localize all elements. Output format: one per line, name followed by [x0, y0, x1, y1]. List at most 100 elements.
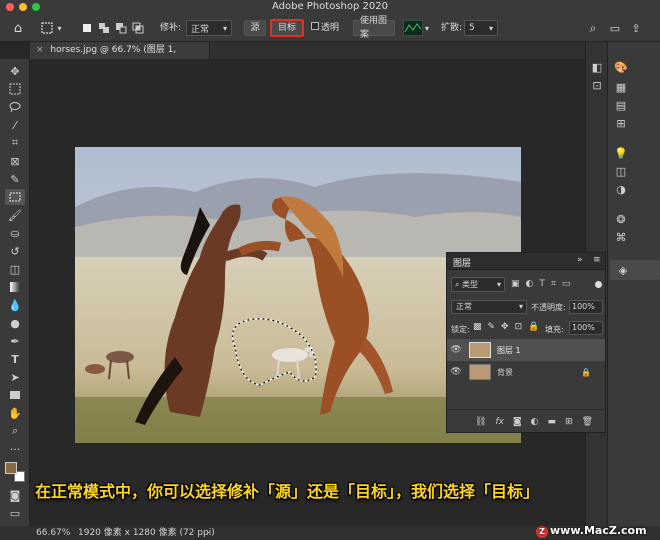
layer-filter-icons[interactable]: ▣◐T⌗▭ — [511, 279, 576, 289]
new-selection-icon[interactable] — [80, 21, 94, 35]
panel-menu-icon[interactable]: ≡ — [593, 255, 601, 265]
rectangle-tool-icon[interactable] — [5, 387, 25, 403]
dodge-tool-icon[interactable]: ● — [5, 315, 25, 331]
gradient-tool-icon[interactable] — [5, 279, 25, 295]
move-tool-icon[interactable]: ✥ — [5, 63, 25, 79]
fill-input[interactable]: 100% — [569, 321, 603, 335]
filter-kind-select[interactable]: ⌕ 类型 ▾ — [451, 277, 505, 292]
pattern-picker[interactable]: ▾ — [401, 19, 431, 37]
chevron-right-icon[interactable]: › — [206, 526, 210, 540]
lock-icons[interactable]: ▩✎✥⊡🔒 — [473, 322, 545, 332]
blur-tool-icon[interactable]: 💧 — [5, 297, 25, 313]
layers-footer: ⛓ fx ◙ ◐ ▬ ⊞ 🗑 — [447, 409, 605, 433]
pattern-swatch-icon — [402, 20, 423, 36]
adjustment-layer-icon[interactable]: ◐ — [531, 417, 539, 427]
workspace-icon[interactable]: ▭ — [608, 20, 622, 36]
zoom-tool-icon[interactable]: ⌕ — [5, 423, 25, 439]
close-tab-icon[interactable]: × — [36, 45, 44, 55]
fx-icon[interactable]: fx — [495, 417, 504, 427]
layers-panel-tab[interactable]: ◈ — [610, 260, 660, 280]
close-window-button[interactable] — [6, 3, 14, 11]
transparent-checkbox[interactable] — [311, 22, 319, 30]
share-icon[interactable]: ⇪ — [628, 19, 644, 37]
visibility-eye-icon[interactable]: 👁 — [447, 345, 465, 355]
magic-wand-icon[interactable]: ⁄ — [5, 117, 25, 133]
more-tools-icon[interactable]: ··· — [5, 441, 25, 457]
tool-preset-picker[interactable]: ▾ — [36, 19, 66, 37]
delete-layer-icon[interactable]: 🗑 — [582, 417, 593, 427]
clone-stamp-icon[interactable]: ⛀ — [5, 225, 25, 241]
watermark: Zwww.MacZ.com — [536, 524, 647, 538]
color-panel-icon[interactable]: 🎨 — [613, 60, 629, 74]
collapse-panel-icon[interactable]: » — [577, 255, 583, 265]
patch-mode-value: 正常 — [191, 24, 210, 35]
fill-value: 100% — [572, 323, 595, 332]
type-tool-icon[interactable]: T — [5, 351, 25, 367]
window-title: Adobe Photoshop 2020 — [272, 1, 388, 12]
diffusion-select[interactable]: 5 ▾ — [464, 20, 498, 36]
history-brush-icon[interactable]: ↺ — [5, 243, 25, 259]
patterns-panel-icon[interactable]: ⊞ — [613, 116, 629, 130]
chevron-down-icon: ▾ — [488, 23, 493, 33]
patch-tool-icon[interactable] — [5, 189, 25, 205]
screen-mode-icon[interactable]: ▭ — [5, 505, 25, 521]
channels-panel-icon[interactable]: ❂ — [613, 212, 629, 226]
opacity-input[interactable]: 100% — [569, 300, 603, 314]
search-icon[interactable]: ⌕ — [586, 20, 600, 36]
source-button[interactable]: 源 — [244, 20, 266, 36]
libraries-panel-icon[interactable]: ◫ — [613, 164, 629, 178]
link-layers-icon[interactable]: ⛓ — [475, 417, 486, 427]
add-mask-icon[interactable]: ◙ — [513, 417, 522, 427]
adjustments-panel-icon[interactable]: ◑ — [613, 182, 629, 196]
color-swatches[interactable] — [4, 461, 26, 483]
layer-row-layer1[interactable]: 👁 图层 1 — [447, 339, 605, 361]
minimize-window-button[interactable] — [19, 3, 27, 11]
patch-tool-icon — [41, 22, 54, 34]
patch-label: 修补: — [160, 23, 182, 33]
lasso-tool-icon[interactable] — [5, 99, 25, 115]
search-icon: ⌕ — [455, 280, 460, 289]
window-controls — [6, 3, 40, 11]
destination-button[interactable]: 目标 — [270, 19, 304, 37]
pen-tool-icon[interactable]: ✒ — [5, 333, 25, 349]
intersect-selection-icon[interactable] — [131, 21, 145, 35]
lock-icon: 🔒 — [581, 367, 591, 377]
filter-kind-value: 类型 — [462, 280, 479, 289]
blend-mode-select[interactable]: 正常 ▾ — [451, 300, 527, 314]
eraser-icon[interactable]: ◫ — [5, 261, 25, 277]
subtract-selection-icon[interactable] — [114, 21, 128, 35]
zoom-level[interactable]: 66.67% — [36, 526, 70, 540]
visibility-eye-icon[interactable]: 👁 — [447, 367, 465, 377]
layer-name: 图层 1 — [497, 345, 521, 355]
diffusion-value: 5 — [469, 23, 475, 33]
path-selection-icon[interactable]: ➤ — [5, 369, 25, 385]
document-tab[interactable]: × horses.jpg @ 66.7% (图层 1, RGB/8) * — [30, 42, 210, 72]
quick-mask-icon[interactable]: ◙ — [5, 487, 25, 503]
learn-panel-icon[interactable]: 💡 — [613, 146, 629, 160]
home-icon[interactable]: ⌂ — [10, 19, 26, 37]
history-panel-icon[interactable]: ◧ — [589, 60, 605, 74]
add-selection-icon[interactable] — [97, 21, 111, 35]
layer-thumbnail — [469, 342, 491, 358]
layer-name: 背景 — [497, 367, 513, 377]
new-group-icon[interactable]: ▬ — [548, 417, 557, 427]
crop-tool-icon[interactable]: ⌗ — [5, 135, 25, 151]
marquee-tool-icon[interactable] — [5, 81, 25, 97]
brush-tool-icon[interactable]: 🖌 — [5, 207, 25, 223]
new-layer-icon[interactable]: ⊞ — [565, 417, 573, 427]
foreground-color-swatch[interactable] — [5, 462, 17, 474]
paths-panel-icon[interactable]: ⌘ — [613, 230, 629, 244]
chevron-down-icon: ▾ — [424, 23, 429, 33]
properties-panel-icon[interactable]: ⊡ — [589, 78, 605, 92]
zoom-window-button[interactable] — [32, 3, 40, 11]
hand-tool-icon[interactable]: ✋ — [5, 405, 25, 421]
frame-tool-icon[interactable]: ⊠ — [5, 153, 25, 169]
opacity-value: 100% — [572, 302, 595, 311]
use-pattern-button[interactable]: 使用图案 — [353, 16, 395, 40]
gradients-panel-icon[interactable]: ▤ — [613, 98, 629, 112]
swatches-panel-icon[interactable]: ▦ — [613, 80, 629, 94]
patch-mode-select[interactable]: 正常 ▾ — [186, 20, 232, 36]
layer-row-background[interactable]: 👁 背景 🔒 — [447, 361, 605, 383]
filter-toggle-icon[interactable] — [595, 281, 602, 288]
eyedropper-icon[interactable]: ✎ — [5, 171, 25, 187]
